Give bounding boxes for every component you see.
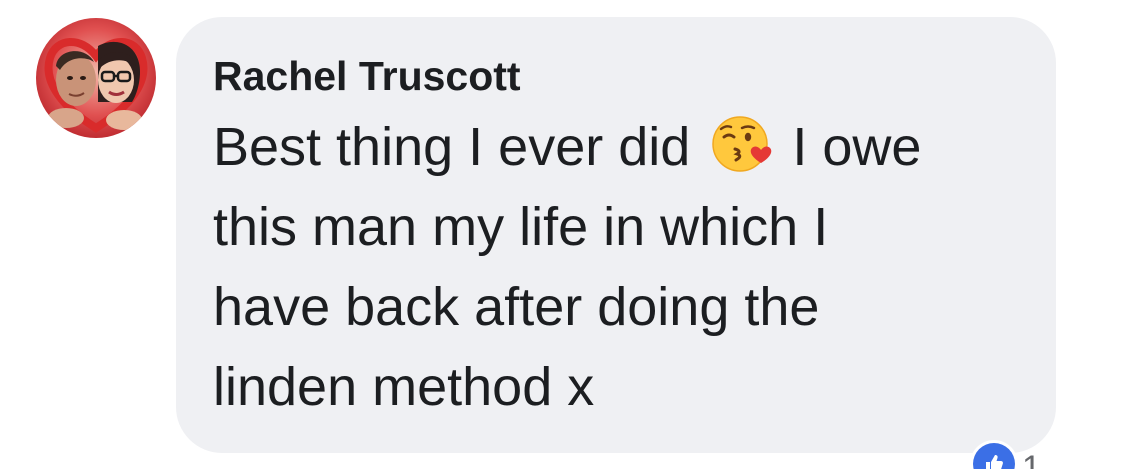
avatar[interactable] — [36, 18, 156, 138]
comment-line-4: have back after doing the — [213, 277, 820, 337]
kissing-face-with-heart-emoji — [711, 113, 773, 175]
like-reaction — [970, 440, 1018, 469]
comment-text: Best thing I ever did I owe this man my l… — [213, 107, 1033, 427]
comment-line-1: Best thing I ever did — [213, 117, 691, 177]
comment-line-3: this man my life in which I — [213, 197, 829, 257]
comment-thread: Rachel Truscott Best thing I ever did I … — [0, 0, 1125, 469]
thumbs-up-icon — [973, 443, 1015, 469]
reaction-summary[interactable]: 1 — [970, 440, 1041, 469]
comment-bubble: Rachel Truscott Best thing I ever did I … — [176, 17, 1056, 453]
avatar-photo — [36, 18, 156, 138]
reaction-count: 1 — [1022, 449, 1041, 469]
comment-line-5: linden method x — [213, 357, 595, 417]
comment-author[interactable]: Rachel Truscott — [213, 51, 1020, 101]
comment-line-2: I owe — [792, 117, 922, 177]
